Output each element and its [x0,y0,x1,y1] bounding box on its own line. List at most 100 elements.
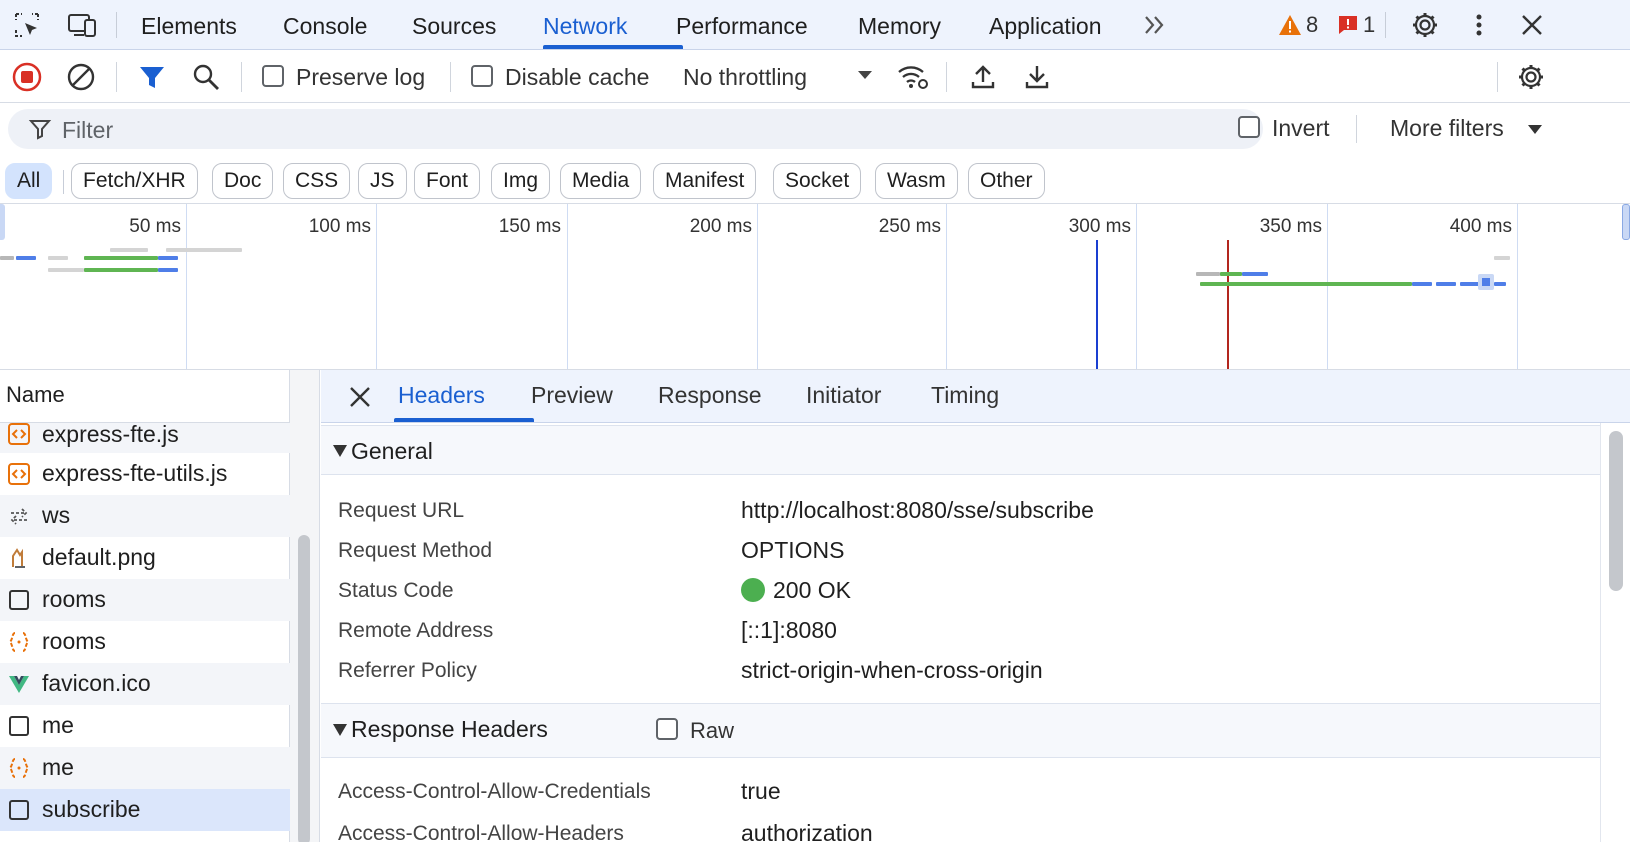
close-devtools-icon[interactable] [1517,10,1547,40]
collapse-triangle-icon[interactable] [333,724,347,736]
filter-funnel-icon[interactable] [137,62,167,92]
devtools-tab-bar: Elements Console Sources Network Perform… [0,0,1630,50]
scrollbar-thumb[interactable] [298,535,310,842]
invert-label: Invert [1272,115,1330,141]
network-overview-timeline[interactable]: 50 ms 100 ms 150 ms 200 ms 250 ms 300 ms… [0,204,1630,370]
remote-address-value: [::1]:8080 [741,617,837,643]
clear-log-icon[interactable] [66,62,96,92]
chip-doc[interactable]: Doc [212,163,274,199]
tab-network[interactable]: Network [543,0,627,50]
network-settings-gear-icon[interactable] [1516,62,1546,92]
throttling-select[interactable]: No throttling [683,62,807,92]
request-row[interactable]: express-fte-utils.js [0,453,290,495]
inspect-element-icon[interactable] [12,10,42,40]
scrollbar-thumb[interactable] [1609,431,1623,591]
network-conditions-icon[interactable] [896,62,928,92]
chip-socket[interactable]: Socket [773,163,862,199]
request-list-scrollbar[interactable] [290,370,320,842]
request-row[interactable]: ws [0,495,290,537]
record-stop-icon[interactable] [12,62,42,92]
request-row[interactable]: me [0,747,290,789]
request-row[interactable]: express-fte.js [0,423,290,453]
request-name: rooms [42,586,106,612]
more-tabs-icon[interactable] [1140,10,1170,40]
tab-performance[interactable]: Performance [676,0,808,50]
chip-img[interactable]: Img [491,163,551,199]
tick-label: 200 ms [689,216,752,237]
tick-label: 300 ms [1068,216,1131,237]
header-key: Request URL [338,499,465,522]
request-list: Name express-fte.js express-fte-utils.js… [0,370,290,842]
request-name: ws [42,502,71,528]
filter-placeholder: Filter [62,117,114,143]
chip-media[interactable]: Media [560,163,642,199]
header-key: Access-Control-Allow-Credentials [338,780,651,803]
search-icon[interactable] [191,62,221,92]
issue-icon [1339,16,1357,34]
chip-css[interactable]: CSS [283,163,351,199]
request-name: default.png [42,544,156,570]
header-key: Referrer Policy [338,659,477,682]
warning-icon [1279,15,1301,35]
script-icon [8,423,30,445]
chip-font[interactable]: Font [414,163,481,199]
request-name: me [42,754,74,780]
request-row[interactable]: rooms [0,579,290,621]
tab-sources[interactable]: Sources [412,0,496,50]
dropdown-arrow-icon[interactable] [855,68,885,98]
disable-cache-checkbox[interactable] [471,65,493,87]
request-row[interactable]: me [0,705,290,747]
tab-elements[interactable]: Elements [141,0,237,50]
load-event-marker [1227,240,1229,369]
disable-cache-label: Disable cache [505,64,650,90]
more-filters-arrow-icon[interactable] [1526,123,1544,142]
tab-preview[interactable]: Preview [531,382,613,409]
request-row[interactable]: rooms [0,621,290,663]
request-name: subscribe [42,796,141,822]
chip-other[interactable]: Other [968,163,1045,199]
name-column-header[interactable]: Name [0,370,290,423]
status-code-text: 200 OK [773,577,851,603]
export-har-download-icon[interactable] [1022,62,1052,92]
preserve-log-checkbox[interactable] [262,65,284,87]
request-row-selected[interactable]: subscribe [0,789,290,831]
request-name: rooms [42,628,106,654]
chip-manifest[interactable]: Manifest [653,163,757,199]
chip-all[interactable]: All [5,163,53,199]
tab-console[interactable]: Console [283,0,367,50]
response-headers-section-header[interactable]: Response Headers Raw [321,703,1601,758]
settings-gear-icon[interactable] [1410,10,1440,40]
chip-wasm[interactable]: Wasm [875,163,958,199]
kebab-menu-icon[interactable] [1464,10,1494,40]
tab-application[interactable]: Application [989,0,1102,50]
filter-row: Filter Invert More filters [0,103,1630,156]
header-key: Access-Control-Allow-Headers [338,822,624,842]
details-scrollbar[interactable] [1600,423,1630,842]
tab-timing[interactable]: Timing [931,382,999,409]
chip-fetch-xhr[interactable]: Fetch/XHR [71,163,198,199]
warnings-badge[interactable]: 8 [1278,10,1318,40]
status-ok-icon [741,578,765,602]
invert-checkbox[interactable] [1238,116,1260,138]
issues-badge[interactable]: 1 [1337,10,1375,40]
tab-memory[interactable]: Memory [858,0,941,50]
filter-input[interactable]: Filter [8,109,1263,149]
more-filters-dropdown[interactable]: More filters [1390,113,1504,143]
request-row[interactable]: favicon.ico [0,663,290,705]
tab-headers[interactable]: Headers [398,382,485,409]
request-name: me [42,712,74,738]
request-row[interactable]: default.png [0,537,290,579]
raw-checkbox[interactable] [656,718,678,740]
request-method-value: OPTIONS [741,537,845,563]
general-section-header[interactable]: General [321,425,1601,475]
collapse-triangle-icon[interactable] [333,445,347,457]
device-toolbar-icon[interactable] [66,10,96,40]
chip-js[interactable]: JS [358,163,407,199]
tab-initiator[interactable]: Initiator [806,382,881,409]
request-url-value: http://localhost:8080/sse/subscribe [741,497,1094,523]
details-tab-bar: Headers Preview Response Initiator Timin… [321,370,1630,423]
tab-response[interactable]: Response [658,382,762,409]
close-details-icon[interactable] [347,384,373,410]
header-value: authorization [741,820,873,842]
import-har-upload-icon[interactable] [968,62,998,92]
